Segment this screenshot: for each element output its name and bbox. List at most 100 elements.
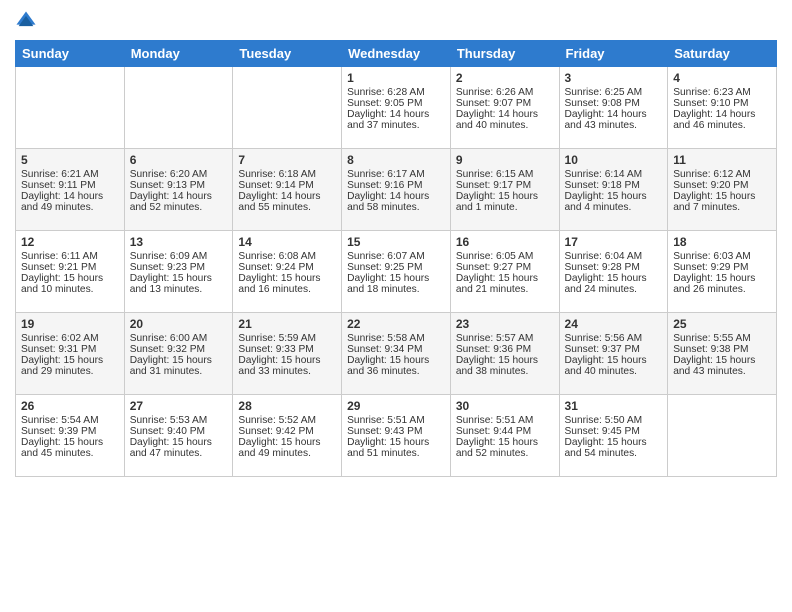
calendar-cell: 13Sunrise: 6:09 AMSunset: 9:23 PMDayligh… (124, 231, 233, 313)
day-number: 27 (130, 399, 228, 413)
day-number: 9 (456, 153, 554, 167)
calendar-cell: 17Sunrise: 6:04 AMSunset: 9:28 PMDayligh… (559, 231, 668, 313)
day-number: 6 (130, 153, 228, 167)
calendar-cell: 12Sunrise: 6:11 AMSunset: 9:21 PMDayligh… (16, 231, 125, 313)
day-info: Sunset: 9:24 PM (238, 262, 336, 273)
day-info: Sunrise: 5:54 AM (21, 415, 119, 426)
day-info: Sunrise: 6:17 AM (347, 169, 445, 180)
day-number: 10 (565, 153, 663, 167)
week-row-1: 5Sunrise: 6:21 AMSunset: 9:11 PMDaylight… (16, 149, 777, 231)
day-info: Sunrise: 6:08 AM (238, 251, 336, 262)
calendar-cell: 6Sunrise: 6:20 AMSunset: 9:13 PMDaylight… (124, 149, 233, 231)
day-info: Sunrise: 6:18 AM (238, 169, 336, 180)
day-info: Sunset: 9:39 PM (21, 426, 119, 437)
day-info: Sunrise: 6:21 AM (21, 169, 119, 180)
calendar-cell: 20Sunrise: 6:00 AMSunset: 9:32 PMDayligh… (124, 313, 233, 395)
day-info: Sunset: 9:18 PM (565, 180, 663, 191)
day-info: Daylight: 15 hours and 54 minutes. (565, 437, 663, 459)
calendar-cell: 15 Sunrise: 6:07 AMSunset: 9:25 PMDayligh… (342, 231, 451, 313)
day-info: Daylight: 14 hours and 58 minutes. (347, 191, 445, 213)
calendar-cell: 1Sunrise: 6:28 AMSunset: 9:05 PMDaylight… (342, 67, 451, 149)
day-info: Sunrise: 6:25 AM (565, 87, 663, 98)
day-info: Daylight: 14 hours and 40 minutes. (456, 109, 554, 131)
calendar-cell: 30Sunrise: 5:51 AMSunset: 9:44 PMDayligh… (450, 395, 559, 477)
day-info: Sunset: 9:38 PM (673, 344, 771, 355)
day-info: Daylight: 15 hours and 52 minutes. (456, 437, 554, 459)
calendar-cell (233, 67, 342, 149)
day-info: Sunset: 9:29 PM (673, 262, 771, 273)
weekday-header-saturday: Saturday (668, 41, 777, 67)
day-info: Sunrise: 6:28 AM (347, 87, 445, 98)
day-info: Sunrise: 6:14 AM (565, 169, 663, 180)
day-info: Sunset: 9:20 PM (673, 180, 771, 191)
day-info: Daylight: 15 hours and 7 minutes. (673, 191, 771, 213)
calendar-cell: 21Sunrise: 5:59 AMSunset: 9:33 PMDayligh… (233, 313, 342, 395)
calendar-table: SundayMondayTuesdayWednesdayThursdayFrid… (15, 40, 777, 477)
day-info: Sunset: 9:45 PM (565, 426, 663, 437)
day-info: Sunset: 9:16 PM (347, 180, 445, 191)
day-info: Daylight: 14 hours and 49 minutes. (21, 191, 119, 213)
day-info: Sunset: 9:17 PM (456, 180, 554, 191)
calendar-cell: 4Sunrise: 6:23 AMSunset: 9:10 PMDaylight… (668, 67, 777, 149)
day-number: 25 (673, 317, 771, 331)
day-number: 7 (238, 153, 336, 167)
day-number: 22 (347, 317, 445, 331)
day-number: 4 (673, 71, 771, 85)
day-info: Daylight: 14 hours and 37 minutes. (347, 109, 445, 131)
weekday-header-thursday: Thursday (450, 41, 559, 67)
day-number: 14 (238, 235, 336, 249)
calendar-cell: 28Sunrise: 5:52 AMSunset: 9:42 PMDayligh… (233, 395, 342, 477)
day-info: Daylight: 15 hours and 31 minutes. (130, 355, 228, 377)
calendar-cell: 7Sunrise: 6:18 AMSunset: 9:14 PMDaylight… (233, 149, 342, 231)
day-info: Daylight: 15 hours and 29 minutes. (21, 355, 119, 377)
day-number: 8 (347, 153, 445, 167)
day-info: Daylight: 15 hours and 13 minutes. (130, 273, 228, 295)
day-info: Daylight: 15 hours and 18 minutes. (347, 273, 445, 295)
weekday-header-monday: Monday (124, 41, 233, 67)
calendar-cell: 5Sunrise: 6:21 AMSunset: 9:11 PMDaylight… (16, 149, 125, 231)
week-row-2: 12Sunrise: 6:11 AMSunset: 9:21 PMDayligh… (16, 231, 777, 313)
day-info: Sunset: 9:25 PM (347, 262, 445, 273)
day-number: 12 (21, 235, 119, 249)
day-number: 15 (347, 235, 445, 249)
day-info: Daylight: 14 hours and 55 minutes. (238, 191, 336, 213)
day-info: Sunset: 9:27 PM (456, 262, 554, 273)
calendar-cell: 22Sunrise: 5:58 AMSunset: 9:34 PMDayligh… (342, 313, 451, 395)
day-info: Daylight: 15 hours and 40 minutes. (565, 355, 663, 377)
day-info: Daylight: 15 hours and 43 minutes. (673, 355, 771, 377)
day-number: 28 (238, 399, 336, 413)
day-number: 17 (565, 235, 663, 249)
day-info: Daylight: 14 hours and 43 minutes. (565, 109, 663, 131)
calendar-cell: 3Sunrise: 6:25 AMSunset: 9:08 PMDaylight… (559, 67, 668, 149)
day-info: Daylight: 14 hours and 46 minutes. (673, 109, 771, 131)
day-info: Sunset: 9:13 PM (130, 180, 228, 191)
calendar-cell: 25Sunrise: 5:55 AMSunset: 9:38 PMDayligh… (668, 313, 777, 395)
calendar-cell: 10Sunrise: 6:14 AMSunset: 9:18 PMDayligh… (559, 149, 668, 231)
day-info: Daylight: 15 hours and 16 minutes. (238, 273, 336, 295)
calendar-cell: 27Sunrise: 5:53 AMSunset: 9:40 PMDayligh… (124, 395, 233, 477)
day-info: Daylight: 15 hours and 45 minutes. (21, 437, 119, 459)
day-info: Sunrise: 6:00 AM (130, 333, 228, 344)
day-info: Sunset: 9:23 PM (130, 262, 228, 273)
day-info: Sunrise: 6:04 AM (565, 251, 663, 262)
day-info: Sunset: 9:08 PM (565, 98, 663, 109)
day-info: Sunrise: 6:07 AM (347, 251, 445, 262)
page: SundayMondayTuesdayWednesdayThursdayFrid… (0, 0, 792, 612)
day-info: Sunrise: 6:23 AM (673, 87, 771, 98)
day-number: 30 (456, 399, 554, 413)
day-info: Sunset: 9:34 PM (347, 344, 445, 355)
day-number: 21 (238, 317, 336, 331)
day-info: Sunset: 9:40 PM (130, 426, 228, 437)
day-info: Sunrise: 5:58 AM (347, 333, 445, 344)
day-number: 31 (565, 399, 663, 413)
day-info: Sunset: 9:32 PM (130, 344, 228, 355)
day-info: Sunrise: 6:02 AM (21, 333, 119, 344)
day-info: Daylight: 15 hours and 47 minutes. (130, 437, 228, 459)
day-number: 11 (673, 153, 771, 167)
day-info: Sunset: 9:31 PM (21, 344, 119, 355)
day-info: Sunrise: 5:56 AM (565, 333, 663, 344)
weekday-header-friday: Friday (559, 41, 668, 67)
day-info: Sunset: 9:43 PM (347, 426, 445, 437)
calendar-cell: 2Sunrise: 6:26 AMSunset: 9:07 PMDaylight… (450, 67, 559, 149)
day-info: Sunrise: 6:03 AM (673, 251, 771, 262)
